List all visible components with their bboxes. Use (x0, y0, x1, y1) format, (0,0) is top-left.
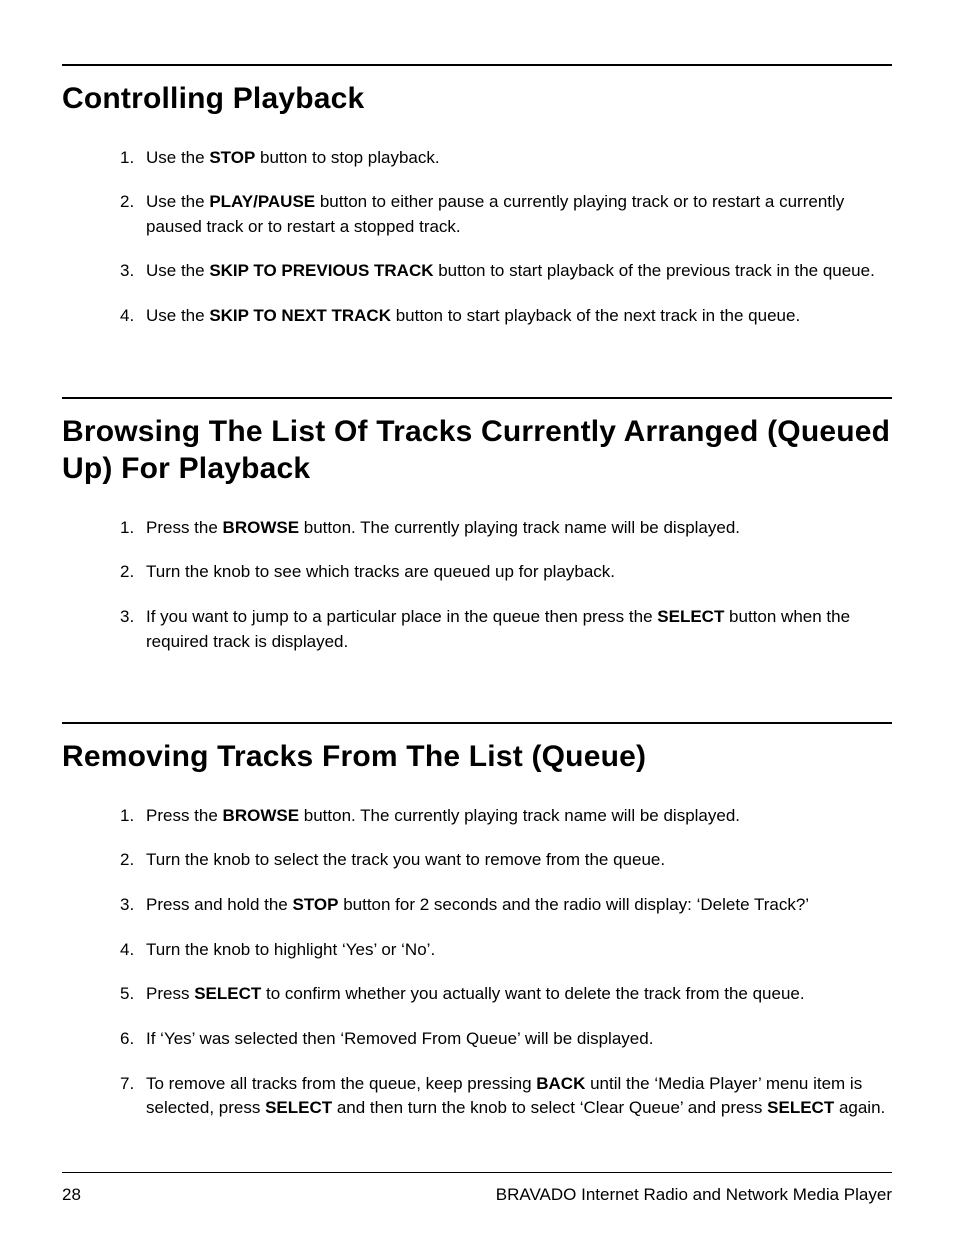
step-text-strong: SELECT (767, 1098, 834, 1117)
step-text: Use the (146, 261, 209, 280)
step-number: 5. (120, 982, 134, 1007)
step-text-strong: SKIP TO NEXT TRACK (209, 306, 391, 325)
step-number: 1. (120, 804, 134, 829)
step-number: 2. (120, 190, 134, 215)
step-item: 1. Press the BROWSE button. The currently… (120, 804, 892, 829)
step-text: button for 2 seconds and the radio will … (338, 895, 809, 914)
step-text: button to stop playback. (255, 148, 439, 167)
step-item: 2. Turn the knob to see which tracks are … (120, 560, 892, 585)
section: Browsing The List Of Tracks Currently Ar… (62, 397, 892, 655)
step-number: 3. (120, 605, 134, 630)
step-text: If ‘Yes’ was selected then ‘Removed From… (146, 1029, 653, 1048)
section-divider (62, 64, 892, 66)
step-number: 1. (120, 146, 134, 171)
step-text: Press the (146, 518, 223, 537)
step-text: button. The currently playing track name… (299, 806, 740, 825)
step-item: 3. Press and hold the STOP button for 2 s… (120, 893, 892, 918)
step-item: 3. Use the SKIP TO PREVIOUS TRACK button … (120, 259, 892, 284)
step-text: To remove all tracks from the queue, kee… (146, 1074, 536, 1093)
step-item: 3. If you want to jump to a particular pl… (120, 605, 892, 654)
section-heading: Browsing The List Of Tracks Currently Ar… (62, 413, 892, 488)
step-list: 1. Press the BROWSE button. The currently… (62, 804, 892, 1121)
step-number: 2. (120, 560, 134, 585)
step-text-strong: SELECT (657, 607, 724, 626)
step-text-strong: SELECT (265, 1098, 332, 1117)
step-text: Turn the knob to see which tracks are qu… (146, 562, 615, 581)
step-text: Use the (146, 306, 209, 325)
page-number: 28 (62, 1185, 81, 1205)
step-item: 2. Turn the knob to select the track you … (120, 848, 892, 873)
step-number: 7. (120, 1072, 134, 1097)
step-list: 1. Press the BROWSE button. The currently… (62, 516, 892, 655)
step-number: 4. (120, 938, 134, 963)
product-name: BRAVADO Internet Radio and Network Media… (496, 1185, 892, 1205)
step-text: again. (834, 1098, 885, 1117)
step-text: Press the (146, 806, 223, 825)
step-text-strong: SKIP TO PREVIOUS TRACK (209, 261, 433, 280)
step-text: Turn the knob to select the track you wa… (146, 850, 665, 869)
section-heading: Removing Tracks From The List (Queue) (62, 738, 892, 776)
step-text-strong: BROWSE (223, 806, 300, 825)
section-divider (62, 397, 892, 399)
section-divider (62, 722, 892, 724)
step-text: Use the (146, 148, 209, 167)
step-text-strong: STOP (292, 895, 338, 914)
step-item: 4. Turn the knob to highlight ‘Yes’ or ‘N… (120, 938, 892, 963)
step-number: 3. (120, 893, 134, 918)
step-item: 6. If ‘Yes’ was selected then ‘Removed Fr… (120, 1027, 892, 1052)
step-text: to confirm whether you actually want to … (261, 984, 804, 1003)
step-text: Press and hold the (146, 895, 292, 914)
step-list: 1. Use the STOP button to stop playback. 2… (62, 146, 892, 329)
step-number: 4. (120, 304, 134, 329)
step-number: 1. (120, 516, 134, 541)
step-text-strong: PLAY/PAUSE (209, 192, 315, 211)
step-item: 5. Press SELECT to confirm whether you ac… (120, 982, 892, 1007)
step-number: 3. (120, 259, 134, 284)
step-item: 4. Use the SKIP TO NEXT TRACK button to s… (120, 304, 892, 329)
step-text-strong: BROWSE (223, 518, 300, 537)
step-item: 1. Press the BROWSE button. The currently… (120, 516, 892, 541)
step-item: 2.Use the PLAY/PAUSE button to either pa… (120, 190, 892, 239)
step-text-strong: STOP (209, 148, 255, 167)
step-number: 6. (120, 1027, 134, 1052)
step-text-strong: SELECT (194, 984, 261, 1003)
step-text: and then turn the knob to select ‘Clear … (332, 1098, 767, 1117)
page-footer: 28 BRAVADO Internet Radio and Network Me… (62, 1172, 892, 1205)
step-text: button to start playback of the next tra… (391, 306, 800, 325)
step-text: button. The currently playing track name… (299, 518, 740, 537)
step-text: button to start playback of the previous… (434, 261, 875, 280)
step-text-strong: BACK (536, 1074, 585, 1093)
step-text: If you want to jump to a particular plac… (146, 607, 657, 626)
step-text: Press (146, 984, 194, 1003)
section-heading: Controlling Playback (62, 80, 892, 118)
section: Removing Tracks From The List (Queue) 1. P… (62, 722, 892, 1121)
step-item: 1. Use the STOP button to stop playback. (120, 146, 892, 171)
step-number: 2. (120, 848, 134, 873)
step-text: Use the (146, 192, 209, 211)
step-text: Turn the knob to highlight ‘Yes’ or ‘No’… (146, 940, 435, 959)
step-item: 7. To remove all tracks from the queue, k… (120, 1072, 892, 1121)
section: Controlling Playback 1. Use the STOP butto… (62, 64, 892, 329)
